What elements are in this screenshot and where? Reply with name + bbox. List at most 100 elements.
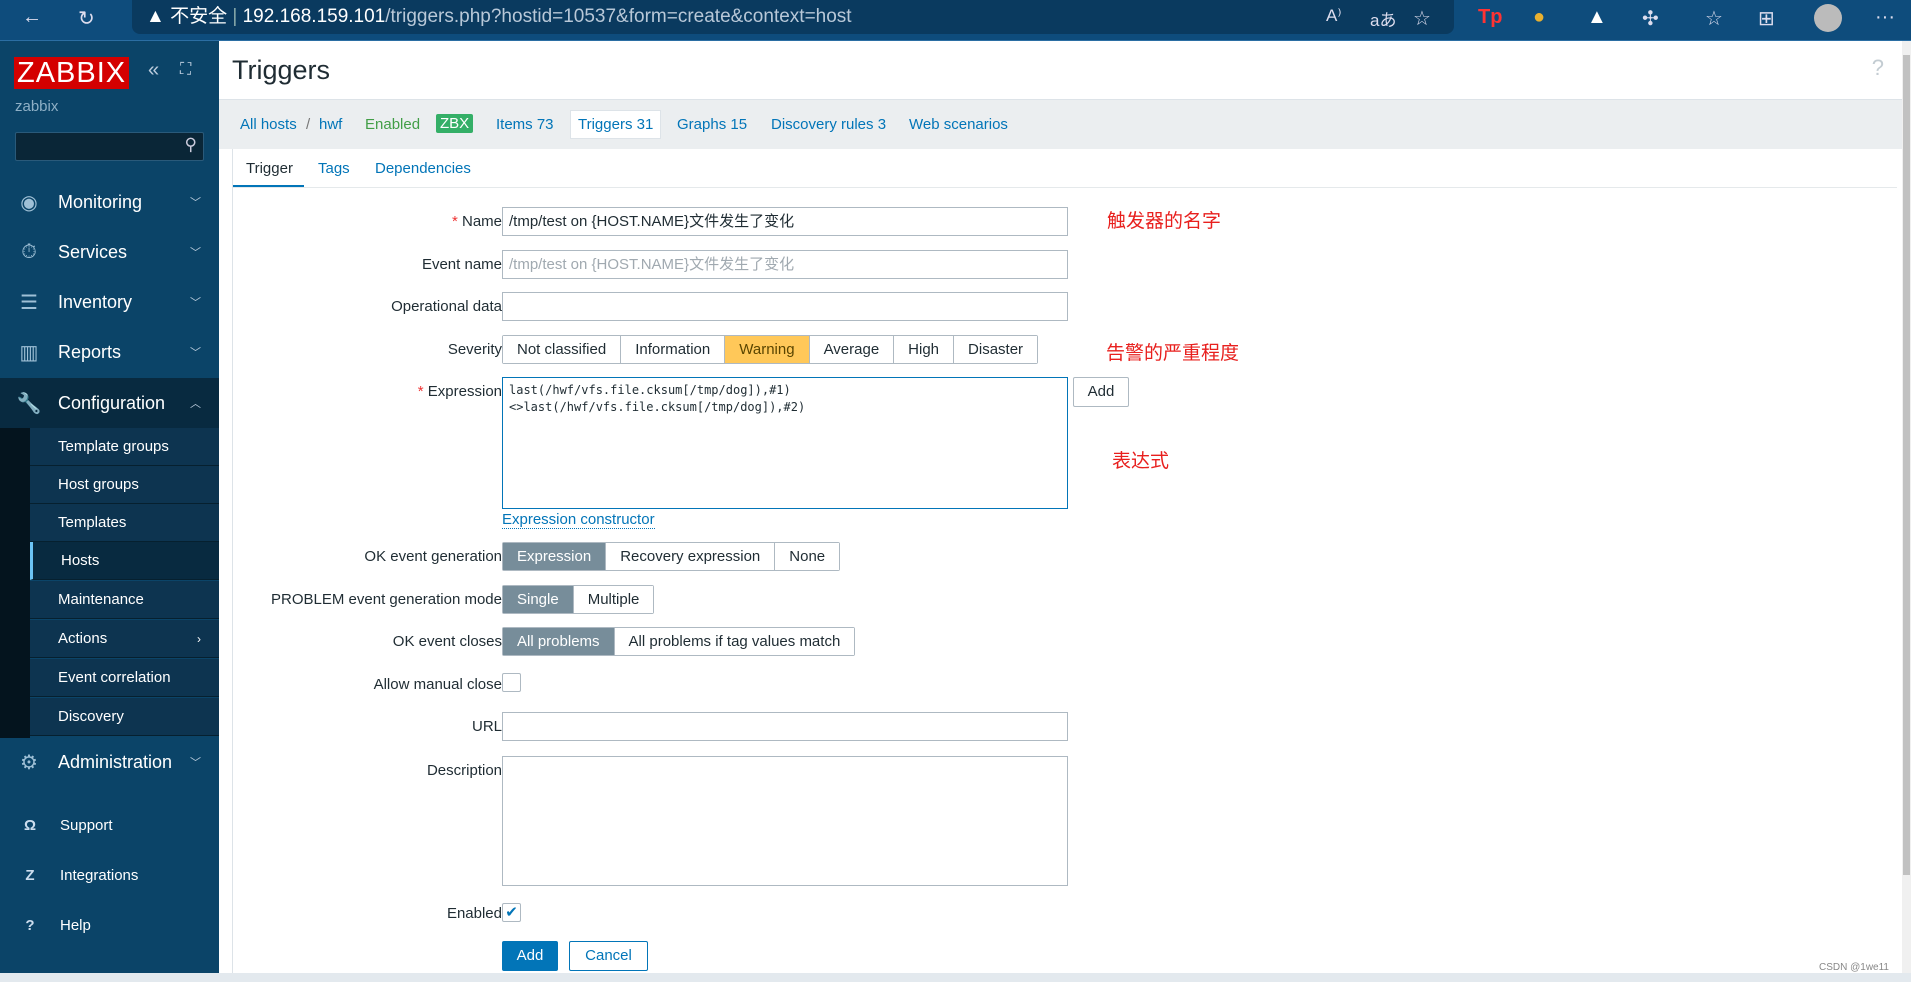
- gear-icon: ⚙: [20, 751, 38, 774]
- breadcrumb-host[interactable]: hwf: [319, 116, 342, 133]
- reload-icon[interactable]: ↻: [78, 6, 95, 31]
- problem-mode-single[interactable]: Single: [503, 586, 574, 613]
- menu-administration[interactable]: ⚙ Administration ﹀: [0, 737, 219, 787]
- menu-services[interactable]: ⏱ Services ﹀: [0, 227, 219, 277]
- ok-closes-label: OK event closes: [392, 633, 502, 650]
- vertical-scrollbar[interactable]: [1902, 41, 1911, 973]
- submenu-label: Discovery: [58, 708, 124, 725]
- menu-label: Administration: [58, 751, 173, 772]
- menu-monitoring[interactable]: ◉ Monitoring ﹀: [0, 177, 219, 227]
- translate-icon[interactable]: aあ: [1370, 6, 1396, 31]
- collapse-sidebar-icon[interactable]: «: [148, 59, 159, 82]
- breadcrumb-all-hosts[interactable]: All hosts: [240, 116, 297, 133]
- menu-label: Services: [58, 241, 128, 262]
- menu-help[interactable]: ? Help: [0, 905, 90, 945]
- zabbix-logo[interactable]: ZABBIX: [14, 57, 130, 89]
- submenu-templates[interactable]: Templates: [30, 504, 219, 542]
- favorites-icon[interactable]: ☆: [1705, 6, 1723, 31]
- tab-trigger[interactable]: Trigger: [246, 160, 293, 177]
- ok-gen-recovery-expression[interactable]: Recovery expression: [606, 543, 776, 570]
- url-input[interactable]: [502, 712, 1068, 741]
- ok-closes-tag-match[interactable]: All problems if tag values match: [614, 628, 855, 655]
- nav-discovery-rules[interactable]: Discovery rules 3: [771, 116, 886, 133]
- ok-event-generation-label: OK event generation: [364, 548, 502, 565]
- description-textarea[interactable]: [502, 756, 1068, 886]
- manual-close-checkbox[interactable]: [502, 673, 521, 692]
- zbx-badge: ZBX: [436, 114, 474, 133]
- menu-configuration[interactable]: 🔧 Configuration ︿: [0, 378, 219, 428]
- tab-tags[interactable]: Tags: [318, 160, 350, 177]
- menu-support[interactable]: Ω Support: [0, 805, 113, 845]
- severity-label: Severity: [447, 341, 502, 358]
- nav-items[interactable]: Items 73: [496, 116, 554, 133]
- bottom-bar: [0, 973, 1911, 982]
- nav-web-scenarios[interactable]: Web scenarios: [909, 116, 1008, 133]
- event-name-label: Event name: [421, 256, 502, 273]
- chevron-down-icon: ﹀: [190, 197, 201, 209]
- submenu-actions[interactable]: Actions ›: [30, 620, 219, 658]
- problem-mode-selector: Single Multiple: [502, 585, 655, 614]
- more-icon[interactable]: ···: [1875, 6, 1895, 29]
- submenu-discovery[interactable]: Discovery: [30, 698, 219, 736]
- submenu-event-correlation[interactable]: Event correlation: [30, 659, 219, 697]
- expression-add-button[interactable]: Add: [1073, 377, 1129, 407]
- chevron-up-icon: ︿: [190, 398, 201, 410]
- host-navigation: All hosts / hwf Enabled ZBX Items 73 Tri…: [219, 100, 1902, 149]
- problem-mode-multiple[interactable]: Multiple: [573, 586, 654, 613]
- submenu-template-groups[interactable]: Template groups: [30, 428, 219, 466]
- submenu-label: Hosts: [61, 552, 100, 569]
- severity-warning[interactable]: Warning: [725, 336, 810, 363]
- operational-data-label: Operational data: [391, 298, 502, 315]
- back-icon[interactable]: ←: [22, 6, 42, 29]
- extensions-icon[interactable]: ✣: [1642, 6, 1659, 31]
- menu-inventory[interactable]: ☰ Inventory ﹀: [0, 277, 219, 327]
- enabled-checkbox[interactable]: ✔: [502, 903, 521, 922]
- url-host: 192.168.159.101: [242, 6, 386, 27]
- watermark: CSDN @1we11: [1819, 962, 1889, 973]
- nav-graphs[interactable]: Graphs 15: [677, 116, 747, 133]
- kiosk-mode-icon[interactable]: ⛶: [180, 61, 191, 79]
- bowl-extension-icon[interactable]: ●: [1533, 6, 1545, 29]
- name-input[interactable]: /tmp/test on {HOST.NAME}文件发生了变化: [502, 207, 1068, 236]
- add-favorite-icon[interactable]: ☆: [1413, 6, 1431, 31]
- help-icon[interactable]: ?: [1872, 55, 1884, 81]
- mountain-extension-icon[interactable]: ▲: [1587, 6, 1607, 29]
- browser-toolbar: ← ↻ ▲ 不安全 | 192.168.159.101/triggers.php…: [0, 0, 1911, 41]
- profile-avatar[interactable]: [1814, 4, 1842, 32]
- scrollbar-thumb[interactable]: [1903, 55, 1910, 875]
- search-icon[interactable]: ⚲: [185, 135, 197, 155]
- menu-reports[interactable]: ▥ Reports ﹀: [0, 327, 219, 377]
- operational-data-input[interactable]: [502, 292, 1068, 321]
- tp-extension-icon[interactable]: Tp: [1478, 6, 1502, 29]
- tab-dependencies[interactable]: Dependencies: [375, 160, 471, 177]
- expression-label: * Expression: [417, 383, 502, 400]
- username: zabbix: [15, 98, 59, 115]
- severity-average[interactable]: Average: [809, 336, 895, 363]
- cancel-button[interactable]: Cancel: [569, 941, 648, 971]
- add-button[interactable]: Add: [502, 941, 558, 971]
- severity-disaster[interactable]: Disaster: [954, 336, 1038, 363]
- search-input[interactable]: ⚲: [15, 132, 204, 161]
- ok-gen-none[interactable]: None: [775, 543, 840, 570]
- submenu-host-groups[interactable]: Host groups: [30, 466, 219, 504]
- stopwatch-icon: ⏱: [21, 240, 37, 263]
- expression-constructor-link[interactable]: Expression constructor: [502, 511, 655, 529]
- nav-triggers[interactable]: Triggers 31: [570, 110, 662, 139]
- submenu-maintenance[interactable]: Maintenance: [30, 581, 219, 619]
- event-name-input[interactable]: /tmp/test on {HOST.NAME}文件发生了变化: [502, 250, 1068, 279]
- ok-closes-all[interactable]: All problems: [503, 628, 615, 655]
- submenu-hosts[interactable]: Hosts: [30, 542, 219, 580]
- severity-not-classified[interactable]: Not classified: [503, 336, 622, 363]
- read-aloud-icon[interactable]: A⁾: [1326, 6, 1342, 26]
- submenu-label: Actions: [58, 630, 108, 647]
- severity-information[interactable]: Information: [621, 336, 726, 363]
- menu-integrations[interactable]: Z Integrations: [0, 855, 138, 895]
- address-bar[interactable]: ▲ 不安全 | 192.168.159.101/triggers.php?hos…: [132, 0, 1454, 34]
- annotation-name: 触发器的名字: [1107, 211, 1222, 232]
- collections-icon[interactable]: ⊞: [1758, 6, 1775, 31]
- z-icon: Z: [25, 866, 35, 884]
- expression-textarea[interactable]: last(/hwf/vfs.file.cksum[/tmp/dog]),#1) …: [502, 377, 1068, 509]
- submenu-gutter: [0, 428, 30, 738]
- severity-high[interactable]: High: [894, 336, 955, 363]
- ok-gen-expression[interactable]: Expression: [503, 543, 607, 570]
